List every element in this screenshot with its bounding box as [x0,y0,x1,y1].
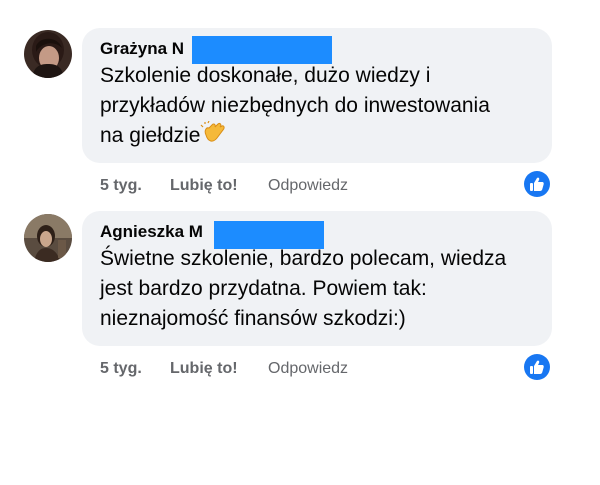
redaction-block [214,221,324,249]
author-name[interactable]: Agnieszka M [100,222,203,241]
redaction-block [192,36,332,64]
like-reaction-icon[interactable] [524,171,550,197]
comment-text: Szkolenie doskonałe, dużo wiedzy i przyk… [100,61,534,154]
reply-button[interactable]: Odpowiedz [268,360,348,378]
author-row: Grażyna N [100,36,534,64]
author-row: Agnieszka M [100,221,534,249]
avatar[interactable] [24,30,72,78]
avatar[interactable] [24,214,72,262]
comment-bubble: Grażyna N Szkolenie doskonałe, dużo wied… [82,28,552,163]
like-reaction-icon[interactable] [524,354,550,380]
reply-button[interactable]: Odpowiedz [268,177,348,195]
timestamp[interactable]: 5 tyg. [100,360,170,378]
comment-text: Świetne szkolenie, bardzo polecam, wiedz… [100,247,507,330]
comment-bubble: Agnieszka M Świetne szkolenie, bardzo po… [82,211,552,346]
like-button[interactable]: Lubię to! [170,360,268,378]
like-button[interactable]: Lubię to! [170,177,268,195]
clapping-hands-icon [200,120,226,154]
comment-actions: 5 tyg. Lubię to! Odpowiedz [100,177,348,195]
author-name[interactable]: Grażyna N [100,39,184,58]
timestamp[interactable]: 5 tyg. [100,177,170,195]
comment-actions: 5 tyg. Lubię to! Odpowiedz [100,360,348,378]
